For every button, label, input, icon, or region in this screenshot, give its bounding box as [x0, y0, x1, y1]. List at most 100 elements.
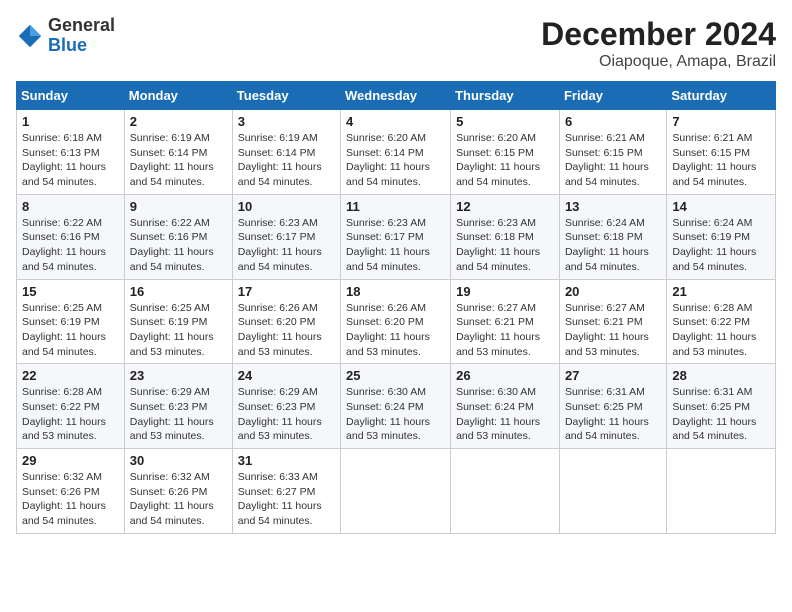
day-info: Sunrise: 6:22 AM Sunset: 6:16 PM Dayligh… [130, 216, 227, 275]
calendar-cell: 1Sunrise: 6:18 AM Sunset: 6:13 PM Daylig… [17, 110, 125, 195]
day-info: Sunrise: 6:32 AM Sunset: 6:26 PM Dayligh… [130, 470, 227, 529]
calendar-cell: 16Sunrise: 6:25 AM Sunset: 6:19 PM Dayli… [124, 279, 232, 364]
calendar-cell: 28Sunrise: 6:31 AM Sunset: 6:25 PM Dayli… [667, 364, 776, 449]
calendar-cell: 29 Sunrise: 6:32 AM Sunset: 6:26 PM Dayli… [17, 449, 125, 534]
calendar-cell [451, 449, 560, 534]
day-number: 7 [672, 114, 770, 129]
day-info: Sunrise: 6:28 AM Sunset: 6:22 PM Dayligh… [22, 385, 119, 444]
day-info: Sunrise: 6:31 AM Sunset: 6:25 PM Dayligh… [565, 385, 661, 444]
day-number: 20 [565, 284, 661, 299]
day-number: 30 [130, 453, 227, 468]
day-number: 6 [565, 114, 661, 129]
day-info: Sunrise: 6:29 AM Sunset: 6:23 PM Dayligh… [130, 385, 227, 444]
day-number: 27 [565, 368, 661, 383]
day-number: 19 [456, 284, 554, 299]
day-number: 4 [346, 114, 445, 129]
day-number: 25 [346, 368, 445, 383]
day-info: Sunrise: 6:29 AM Sunset: 6:23 PM Dayligh… [238, 385, 335, 444]
day-info: Sunrise: 6:27 AM Sunset: 6:21 PM Dayligh… [565, 301, 661, 360]
calendar-cell: 20 Sunrise: 6:27 AM Sunset: 6:21 PM Dayli… [559, 279, 666, 364]
day-info: Sunrise: 6:20 AM Sunset: 6:15 PM Dayligh… [456, 131, 554, 190]
day-info: Sunrise: 6:23 AM Sunset: 6:17 PM Dayligh… [346, 216, 445, 275]
calendar-cell: 15 Sunrise: 6:25 AM Sunset: 6:19 PM Dayli… [17, 279, 125, 364]
day-number: 21 [672, 284, 770, 299]
calendar-cell: 3 Sunrise: 6:19 AM Sunset: 6:14 PM Daylig… [232, 110, 340, 195]
calendar-cell: 10 Sunrise: 6:23 AM Sunset: 6:17 PM Dayli… [232, 194, 340, 279]
calendar-week-row: 22Sunrise: 6:28 AM Sunset: 6:22 PM Dayli… [17, 364, 776, 449]
calendar-cell: 17Sunrise: 6:26 AM Sunset: 6:20 PM Dayli… [232, 279, 340, 364]
day-info: Sunrise: 6:24 AM Sunset: 6:19 PM Dayligh… [672, 216, 770, 275]
logo-text: General Blue [48, 16, 115, 56]
day-info: Sunrise: 6:21 AM Sunset: 6:15 PM Dayligh… [565, 131, 661, 190]
calendar-cell: 25 Sunrise: 6:30 AM Sunset: 6:24 PM Dayli… [341, 364, 451, 449]
day-info: Sunrise: 6:30 AM Sunset: 6:24 PM Dayligh… [456, 385, 554, 444]
calendar-cell: 4 Sunrise: 6:20 AM Sunset: 6:14 PM Daylig… [341, 110, 451, 195]
day-number: 15 [22, 284, 119, 299]
calendar-cell: 13 Sunrise: 6:24 AM Sunset: 6:18 PM Dayli… [559, 194, 666, 279]
calendar-header: SundayMondayTuesdayWednesdayThursdayFrid… [17, 82, 776, 110]
day-number: 23 [130, 368, 227, 383]
calendar-cell: 11 Sunrise: 6:23 AM Sunset: 6:17 PM Dayli… [341, 194, 451, 279]
page-header: General Blue December 2024 Oiapoque, Ama… [16, 16, 776, 71]
calendar-table: SundayMondayTuesdayWednesdayThursdayFrid… [16, 81, 776, 534]
weekday-header: Tuesday [232, 82, 340, 110]
calendar-cell: 26 Sunrise: 6:30 AM Sunset: 6:24 PM Dayli… [451, 364, 560, 449]
day-number: 3 [238, 114, 335, 129]
calendar-cell: 22Sunrise: 6:28 AM Sunset: 6:22 PM Dayli… [17, 364, 125, 449]
calendar-cell [667, 449, 776, 534]
day-info: Sunrise: 6:32 AM Sunset: 6:26 PM Dayligh… [22, 470, 119, 529]
day-info: Sunrise: 6:30 AM Sunset: 6:24 PM Dayligh… [346, 385, 445, 444]
day-info: Sunrise: 6:18 AM Sunset: 6:13 PM Dayligh… [22, 131, 119, 190]
weekday-header: Sunday [17, 82, 125, 110]
calendar-cell: 9Sunrise: 6:22 AM Sunset: 6:16 PM Daylig… [124, 194, 232, 279]
calendar-cell: 12Sunrise: 6:23 AM Sunset: 6:18 PM Dayli… [451, 194, 560, 279]
weekday-row: SundayMondayTuesdayWednesdayThursdayFrid… [17, 82, 776, 110]
calendar-cell: 30 Sunrise: 6:32 AM Sunset: 6:26 PM Dayli… [124, 449, 232, 534]
calendar-cell [559, 449, 666, 534]
day-info: Sunrise: 6:33 AM Sunset: 6:27 PM Dayligh… [238, 470, 335, 529]
day-info: Sunrise: 6:19 AM Sunset: 6:14 PM Dayligh… [238, 131, 335, 190]
day-number: 26 [456, 368, 554, 383]
calendar-cell: 14 Sunrise: 6:24 AM Sunset: 6:19 PM Dayli… [667, 194, 776, 279]
day-info: Sunrise: 6:22 AM Sunset: 6:16 PM Dayligh… [22, 216, 119, 275]
day-info: Sunrise: 6:28 AM Sunset: 6:22 PM Dayligh… [672, 301, 770, 360]
calendar-cell: 31 Sunrise: 6:33 AM Sunset: 6:27 PM Dayli… [232, 449, 340, 534]
day-number: 28 [672, 368, 770, 383]
day-number: 29 [22, 453, 119, 468]
day-number: 13 [565, 199, 661, 214]
day-info: Sunrise: 6:23 AM Sunset: 6:17 PM Dayligh… [238, 216, 335, 275]
day-info: Sunrise: 6:24 AM Sunset: 6:18 PM Dayligh… [565, 216, 661, 275]
calendar-cell: 19 Sunrise: 6:27 AM Sunset: 6:21 PM Dayli… [451, 279, 560, 364]
weekday-header: Wednesday [341, 82, 451, 110]
calendar-body: 1Sunrise: 6:18 AM Sunset: 6:13 PM Daylig… [17, 110, 776, 534]
calendar-cell: 5Sunrise: 6:20 AM Sunset: 6:15 PM Daylig… [451, 110, 560, 195]
calendar-cell: 27 Sunrise: 6:31 AM Sunset: 6:25 PM Dayli… [559, 364, 666, 449]
logo-blue-text: Blue [48, 36, 115, 56]
weekday-header: Thursday [451, 82, 560, 110]
calendar-cell: 7Sunrise: 6:21 AM Sunset: 6:15 PM Daylig… [667, 110, 776, 195]
day-number: 2 [130, 114, 227, 129]
day-info: Sunrise: 6:27 AM Sunset: 6:21 PM Dayligh… [456, 301, 554, 360]
day-number: 17 [238, 284, 335, 299]
day-info: Sunrise: 6:25 AM Sunset: 6:19 PM Dayligh… [130, 301, 227, 360]
day-info: Sunrise: 6:25 AM Sunset: 6:19 PM Dayligh… [22, 301, 119, 360]
day-number: 14 [672, 199, 770, 214]
day-number: 11 [346, 199, 445, 214]
day-number: 24 [238, 368, 335, 383]
day-number: 12 [456, 199, 554, 214]
day-number: 31 [238, 453, 335, 468]
calendar-cell: 6 Sunrise: 6:21 AM Sunset: 6:15 PM Daylig… [559, 110, 666, 195]
logo-general: General [48, 16, 115, 36]
day-info: Sunrise: 6:20 AM Sunset: 6:14 PM Dayligh… [346, 131, 445, 190]
logo-icon [16, 22, 44, 50]
day-number: 10 [238, 199, 335, 214]
calendar-cell: 21 Sunrise: 6:28 AM Sunset: 6:22 PM Dayli… [667, 279, 776, 364]
weekday-header: Friday [559, 82, 666, 110]
calendar-cell: 2 Sunrise: 6:19 AM Sunset: 6:14 PM Daylig… [124, 110, 232, 195]
day-number: 18 [346, 284, 445, 299]
location: Oiapoque, Amapa, Brazil [541, 53, 776, 71]
weekday-header: Saturday [667, 82, 776, 110]
month-title: December 2024 [541, 16, 776, 53]
weekday-header: Monday [124, 82, 232, 110]
day-info: Sunrise: 6:19 AM Sunset: 6:14 PM Dayligh… [130, 131, 227, 190]
